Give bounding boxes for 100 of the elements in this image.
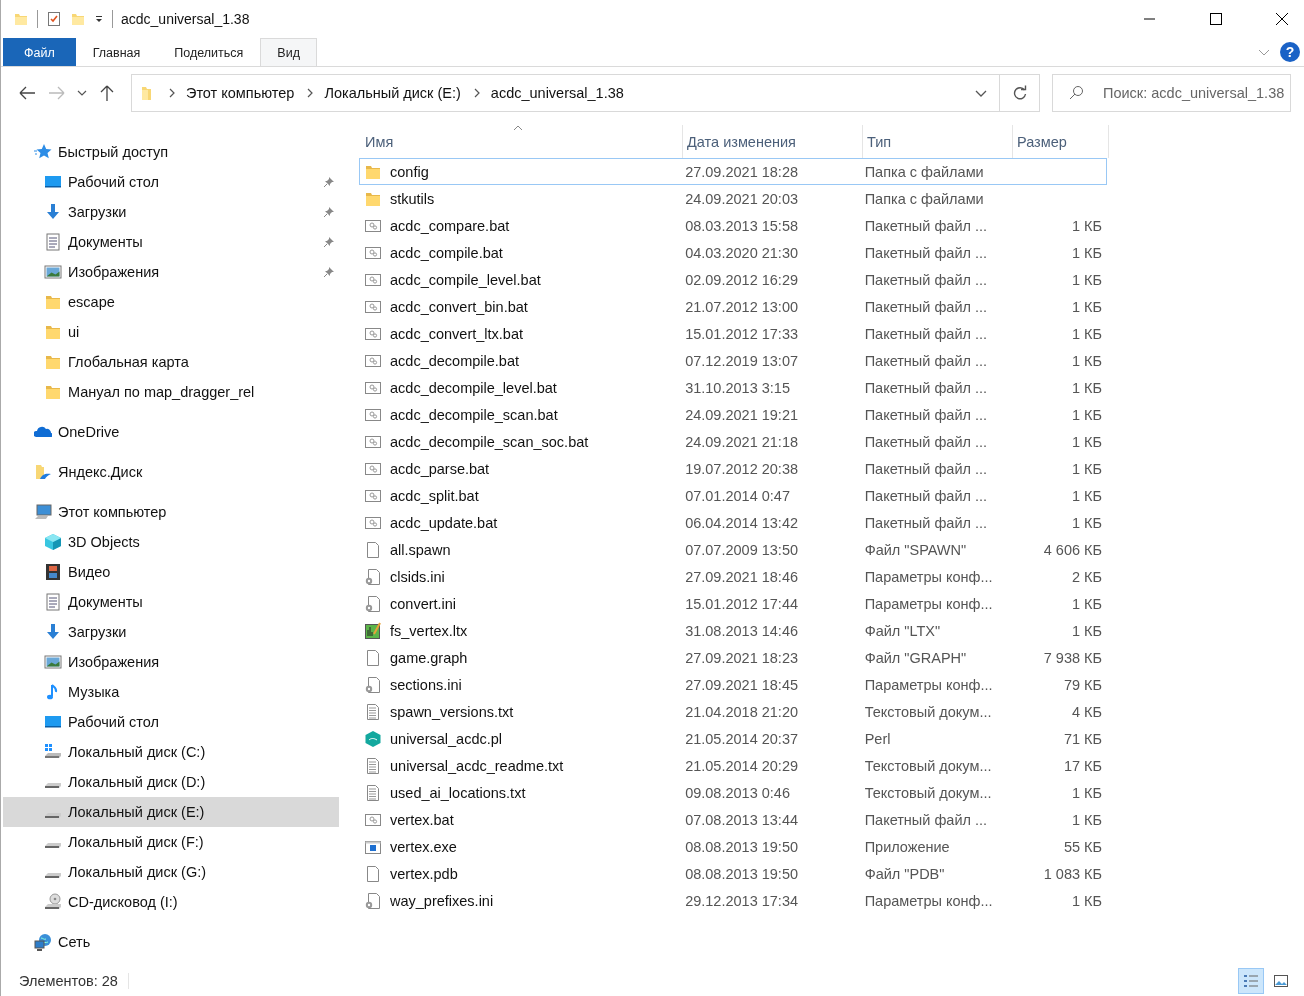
- sidebar-item[interactable]: Этот компьютер: [3, 497, 339, 527]
- chevron-down-icon[interactable]: [76, 88, 87, 98]
- sidebar-item[interactable]: Локальный диск (E:): [3, 797, 339, 827]
- column-header[interactable]: Тип: [863, 125, 1013, 158]
- file-row[interactable]: convert.ini 15.01.2012 17:44 Параметры конф... 1 КБ: [359, 590, 1107, 617]
- file-row[interactable]: fs_vertex.ltx 31.08.2013 14:46 Файл "LTX" 1 КБ: [359, 617, 1107, 644]
- file-row[interactable]: way_prefixes.ini 29.12.2013 17:34 Параметры конф... 1 КБ: [359, 887, 1107, 914]
- sidebar-item[interactable]: Загрузки: [3, 197, 339, 227]
- type-cell-text: Файл "GRAPH": [863, 649, 968, 666]
- sidebar-item[interactable]: Сеть: [3, 927, 339, 957]
- sidebar-item[interactable]: Рабочий стол: [3, 167, 339, 197]
- sidebar-item[interactable]: Изображения: [3, 257, 339, 287]
- sidebar-item[interactable]: Локальный диск (C:): [3, 737, 339, 767]
- address-bar[interactable]: Этот компьютер Локальный диск (E:) acdc_universal_1.38: [130, 74, 1001, 112]
- cube-icon: [44, 533, 62, 551]
- refresh-button[interactable]: [1000, 74, 1040, 112]
- folder-icon: [44, 353, 62, 371]
- file-row[interactable]: acdc_decompile_scan_soc.bat 24.09.2021 21:18 Пакетный файл ... 1 КБ: [359, 428, 1107, 455]
- sidebar-item[interactable]: Локальный диск (G:): [3, 857, 339, 887]
- pin-icon[interactable]: [323, 266, 335, 278]
- sidebar-item[interactable]: Рабочий стол: [3, 707, 339, 737]
- file-row[interactable]: vertex.exe 08.08.2013 19:50 Приложение 55 КБ: [359, 833, 1107, 860]
- column-header[interactable]: Имя: [361, 125, 683, 158]
- ribbon-tab[interactable]: Вид: [260, 38, 317, 66]
- sidebar-item[interactable]: Музыка: [3, 677, 339, 707]
- search-field[interactable]: Поиск: acdc_universal_1.38: [1052, 74, 1291, 112]
- sidebar-item[interactable]: Локальный диск (F:): [3, 827, 339, 857]
- file-name: acdc_decompile_scan.bat: [390, 406, 558, 423]
- file-name: acdc_compile.bat: [390, 244, 503, 261]
- chevron-right-icon[interactable]: [167, 88, 176, 98]
- sidebar-item[interactable]: Изображения: [3, 647, 339, 677]
- file-row[interactable]: spawn_versions.txt 21.04.2018 21:20 Текстовый докум... 4 КБ: [359, 698, 1107, 725]
- breadcrumb[interactable]: acdc_universal_1.38: [490, 85, 624, 101]
- file-name: acdc_compare.bat: [390, 217, 510, 234]
- file-name: vertex.pdb: [390, 865, 458, 882]
- file-row[interactable]: acdc_decompile_scan.bat 24.09.2021 19:21 Пакетный файл ... 1 КБ: [359, 401, 1107, 428]
- drive-icon: [44, 871, 62, 879]
- file-row[interactable]: stkutils 24.09.2021 20:03 Папка с файлами: [359, 185, 1107, 212]
- file-row[interactable]: acdc_compile.bat 04.03.2020 21:30 Пакетный файл ... 1 КБ: [359, 239, 1107, 266]
- sidebar-item[interactable]: Документы: [3, 227, 339, 257]
- sidebar-item[interactable]: OneDrive: [3, 417, 339, 447]
- sidebar-item[interactable]: Загрузки: [3, 617, 339, 647]
- file-row[interactable]: acdc_parse.bat 19.07.2012 20:38 Пакетный файл ... 1 КБ: [359, 455, 1107, 482]
- file-row[interactable]: vertex.bat 07.08.2013 13:44 Пакетный файл ... 1 КБ: [359, 806, 1107, 833]
- date-cell-text: 07.08.2013 13:44: [684, 811, 799, 828]
- file-row[interactable]: universal_acdc.pl 21.05.2014 20:37 Perl 71 КБ: [359, 725, 1107, 752]
- sidebar-item[interactable]: Глобальная карта: [3, 347, 339, 377]
- pin-icon[interactable]: [323, 206, 335, 218]
- file-row[interactable]: config 27.09.2021 18:28 Папка с файлами: [359, 158, 1107, 185]
- ribbon-tab[interactable]: Файл: [3, 38, 76, 66]
- date-cell-text: 29.12.2013 17:34: [684, 892, 799, 909]
- file-row[interactable]: sections.ini 27.09.2021 18:45 Параметры конф... 79 КБ: [359, 671, 1107, 698]
- size-cell: 1 КБ: [1071, 487, 1102, 504]
- ribbon-tab[interactable]: Поделиться: [157, 38, 261, 66]
- sidebar-item[interactable]: Локальный диск (D:): [3, 767, 339, 797]
- sidebar-item[interactable]: Быстрый доступ: [3, 137, 339, 167]
- file-row[interactable]: acdc_update.bat 06.04.2014 13:42 Пакетный файл ... 1 КБ: [359, 509, 1107, 536]
- sidebar-item[interactable]: ui: [3, 317, 339, 347]
- sidebar-item[interactable]: escape: [3, 287, 339, 317]
- file-row[interactable]: acdc_decompile_level.bat 31.10.2013 3:15 Пакетный файл ... 1 КБ: [359, 374, 1107, 401]
- pin-icon[interactable]: [323, 176, 335, 188]
- file-row[interactable]: acdc_split.bat 07.01.2014 0:47 Пакетный файл ... 1 КБ: [359, 482, 1107, 509]
- sidebar-item[interactable]: CD-дисковод (I:): [3, 887, 339, 917]
- breadcrumb[interactable]: Локальный диск (E:): [324, 85, 461, 101]
- file-row[interactable]: vertex.pdb 08.08.2013 19:50 Файл "PDB" 1 083 КБ: [359, 860, 1107, 887]
- type-cell-text: Пакетный файл ...: [863, 433, 989, 450]
- column-header[interactable]: Дата изменения: [683, 125, 863, 158]
- pin-icon[interactable]: [323, 236, 335, 248]
- file-name: fs_vertex.ltx: [390, 622, 468, 639]
- sidebar-item[interactable]: Мануал по map_dragger_rel: [3, 377, 339, 407]
- dropdown-icon[interactable]: [94, 14, 104, 24]
- ribbon-tab[interactable]: Главная: [75, 38, 158, 66]
- file-row[interactable]: acdc_decompile.bat 07.12.2019 13:07 Пакетный файл ... 1 КБ: [359, 347, 1107, 374]
- type-cell-text: Perl: [863, 730, 892, 747]
- sidebar-item[interactable]: Видео: [3, 557, 339, 587]
- file-row[interactable]: used_ai_locations.txt 09.08.2013 0:46 Текстовый докум... 1 КБ: [359, 779, 1107, 806]
- details-view-button[interactable]: [1238, 968, 1264, 994]
- file-row[interactable]: acdc_compare.bat 08.03.2013 15:58 Пакетный файл ... 1 КБ: [359, 212, 1107, 239]
- film-icon: [44, 563, 62, 581]
- breadcrumb[interactable]: Этот компьютер: [185, 85, 295, 101]
- file-row[interactable]: acdc_convert_bin.bat 21.07.2012 13:00 Пакетный файл ... 1 КБ: [359, 293, 1107, 320]
- file-row[interactable]: game.graph 27.09.2021 18:23 Файл "GRAPH" 7 938 КБ: [359, 644, 1107, 671]
- chevron-right-icon[interactable]: [472, 88, 481, 98]
- document-icon: [44, 593, 62, 611]
- type-cell-text: Текстовый докум...: [863, 757, 993, 774]
- file-row[interactable]: acdc_compile_level.bat 02.09.2012 16:29 Пакетный файл ... 1 КБ: [359, 266, 1107, 293]
- sidebar-item[interactable]: Яндекс.Диск: [3, 457, 339, 487]
- file-row[interactable]: all.spawn 07.07.2009 13:50 Файл "SPAWN" 4 606 КБ: [359, 536, 1107, 563]
- type-cell-text: Пакетный файл ...: [863, 271, 989, 288]
- sidebar-item[interactable]: Документы: [3, 587, 339, 617]
- help-button[interactable]: ?: [1280, 42, 1300, 62]
- column-header[interactable]: Размер: [1013, 125, 1109, 158]
- chevron-right-icon[interactable]: [306, 88, 315, 98]
- type-cell-text: Параметры конф...: [863, 568, 994, 585]
- file-row[interactable]: clsids.ini 27.09.2021 18:46 Параметры конф... 2 КБ: [359, 563, 1107, 590]
- properties-icon[interactable]: [46, 11, 62, 27]
- sidebar-item[interactable]: 3D Objects: [3, 527, 339, 557]
- file-name: stkutils: [390, 190, 435, 207]
- file-row[interactable]: acdc_convert_ltx.bat 15.01.2012 17:33 Пакетный файл ... 1 КБ: [359, 320, 1107, 347]
- file-row[interactable]: universal_acdc_readme.txt 21.05.2014 20:29 Текстовый докум... 17 КБ: [359, 752, 1107, 779]
